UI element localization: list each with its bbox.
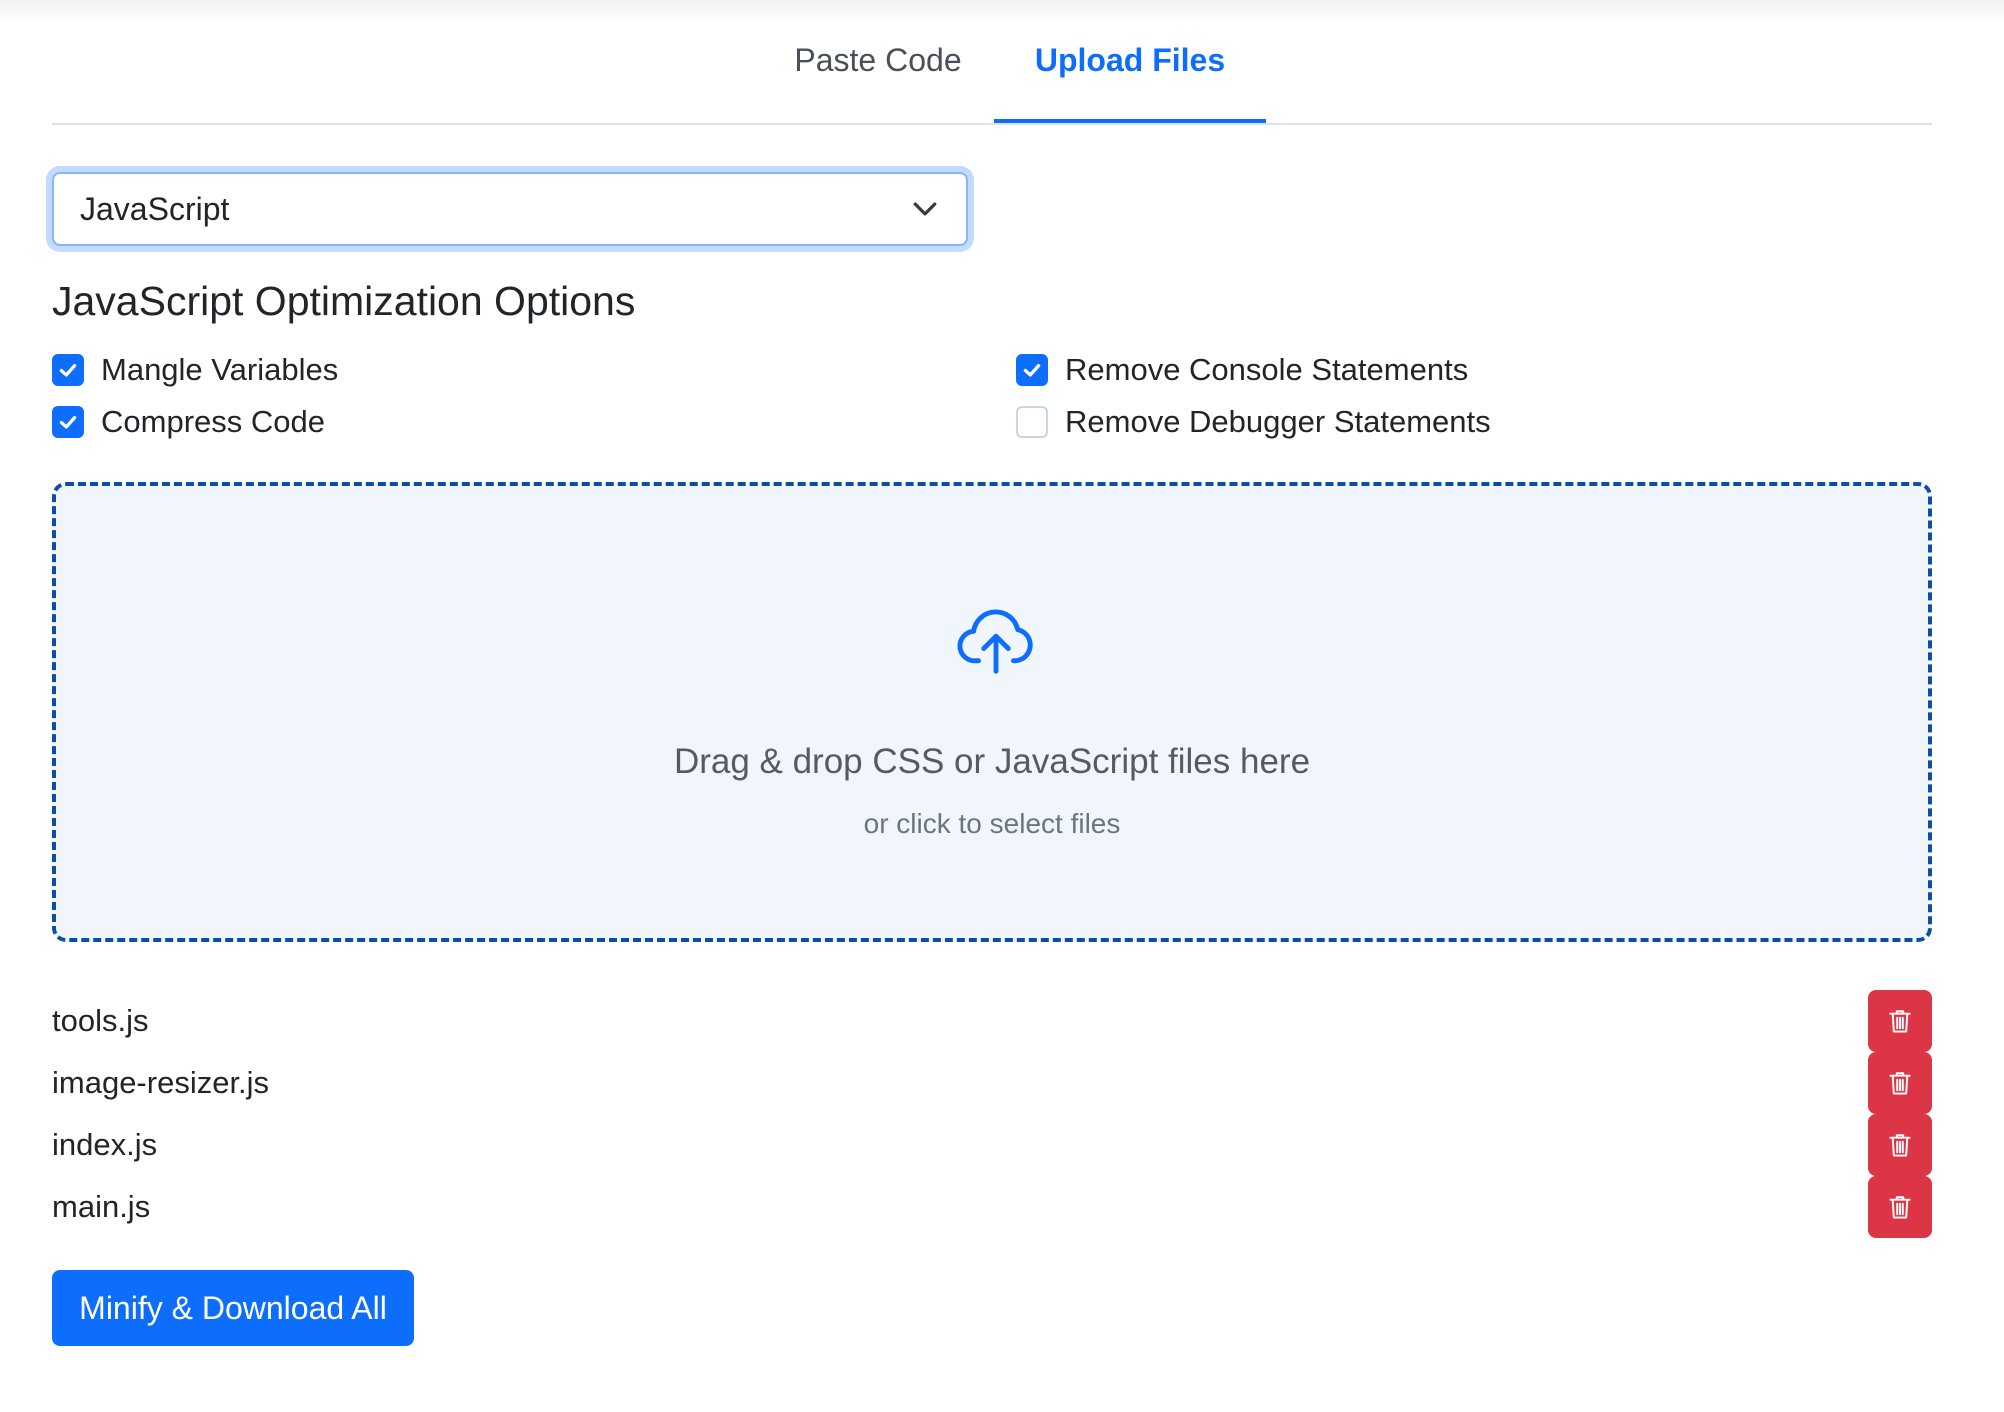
remove-debugger-checkbox[interactable] xyxy=(1016,406,1048,438)
remove-console-checkbox[interactable] xyxy=(1016,354,1048,386)
trash-icon xyxy=(1889,1010,1911,1033)
checkmark-icon xyxy=(1023,363,1041,377)
checkmark-icon xyxy=(59,363,77,377)
minify-download-all-button[interactable]: Minify & Download All xyxy=(52,1270,414,1346)
tab-upload-files[interactable]: Upload Files xyxy=(994,0,1266,123)
dropzone-subtitle: or click to select files xyxy=(863,808,1121,839)
option-remove-console[interactable]: Remove Console Statements xyxy=(1016,352,1468,388)
tab-paste-code[interactable]: Paste Code xyxy=(742,0,1014,121)
file-name: index.js xyxy=(52,1127,158,1162)
remove-debugger-label: Remove Debugger Statements xyxy=(1065,404,1491,439)
language-select[interactable]: JavaScript xyxy=(52,172,968,246)
cloud-upload-icon xyxy=(957,609,1033,674)
checkmark-icon xyxy=(59,415,77,429)
file-list-item: image-resizer.js xyxy=(52,1052,1932,1114)
trash-icon xyxy=(1889,1196,1911,1219)
compress-code-label: Compress Code xyxy=(101,404,325,439)
compress-code-checkbox[interactable] xyxy=(52,406,84,438)
tab-bar: Paste Code Upload Files xyxy=(52,0,1932,125)
dropzone-title: Drag & drop CSS or JavaScript files here xyxy=(673,742,1311,781)
option-compress-code[interactable]: Compress Code xyxy=(52,404,325,440)
file-list-item: tools.js xyxy=(52,990,1932,1052)
option-mangle-variables[interactable]: Mangle Variables xyxy=(52,352,338,388)
file-dropzone[interactable]: Drag & drop CSS or JavaScript files here… xyxy=(52,482,1932,942)
file-name: image-resizer.js xyxy=(52,1065,270,1100)
option-remove-debugger[interactable]: Remove Debugger Statements xyxy=(1016,404,1491,440)
mangle-variables-checkbox[interactable] xyxy=(52,354,84,386)
delete-file-button[interactable] xyxy=(1868,1114,1932,1176)
language-select-value: JavaScript xyxy=(80,190,230,227)
mangle-variables-label: Mangle Variables xyxy=(101,352,339,387)
delete-file-button[interactable] xyxy=(1868,1176,1932,1238)
file-list-item: index.js xyxy=(52,1114,1932,1176)
tab-bar-container: Paste Code Upload Files xyxy=(52,0,1932,125)
trash-icon xyxy=(1889,1072,1911,1095)
file-list-item: main.js xyxy=(52,1176,1932,1238)
trash-icon xyxy=(1889,1134,1911,1157)
remove-console-label: Remove Console Statements xyxy=(1065,352,1469,387)
file-name: tools.js xyxy=(52,1003,149,1038)
chevron-down-icon xyxy=(913,202,937,216)
delete-file-button[interactable] xyxy=(1868,990,1932,1052)
options-heading: JavaScript Optimization Options xyxy=(52,278,636,324)
delete-file-button[interactable] xyxy=(1868,1052,1932,1114)
file-name: main.js xyxy=(52,1189,151,1224)
